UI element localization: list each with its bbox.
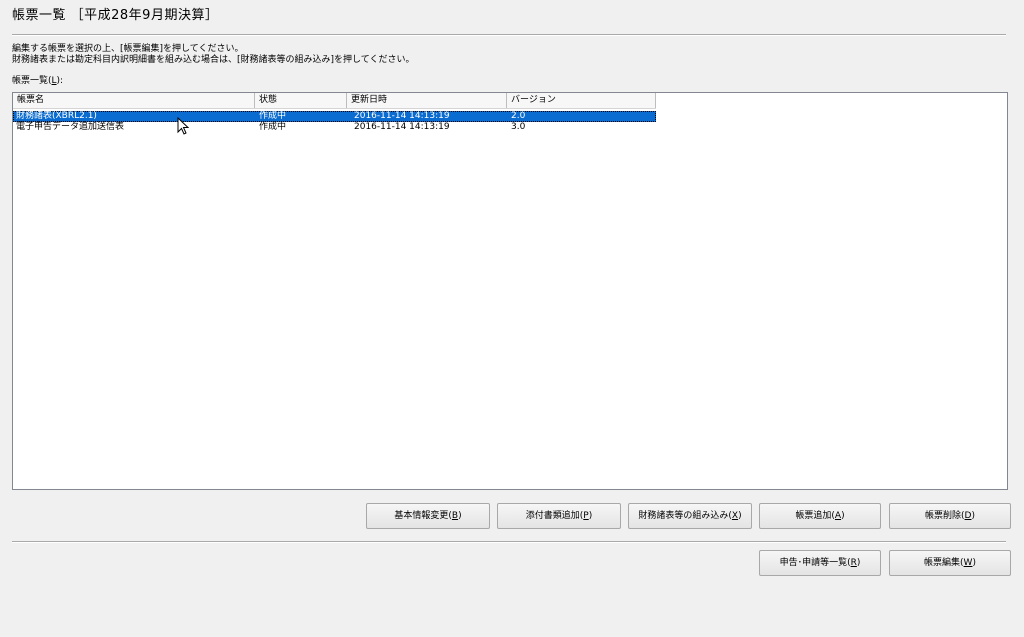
button-suffix: ) (458, 511, 462, 521)
forms-list-label: 帳票一覧(L): (12, 73, 63, 86)
edit-form-button[interactable]: 帳票編集(W) (889, 550, 1011, 576)
button-suffix: ) (971, 511, 975, 521)
button-suffix: ) (841, 511, 845, 521)
button-suffix: ) (972, 558, 976, 568)
applications-list-button[interactable]: 申告･申請等一覧(R) (759, 550, 881, 576)
add-attachment-button[interactable]: 添付書類追加(P) (497, 503, 621, 529)
basic-info-change-button[interactable]: 基本情報変更(B) (366, 503, 490, 529)
cell-updated: 2016-11-14 14:13:19 (354, 111, 450, 121)
delete-form-button[interactable]: 帳票削除(D) (889, 503, 1011, 529)
button-label: 財務諸表等の組み込み( (638, 511, 732, 521)
cell-name: 電子申告データ追加送信表 (16, 122, 125, 132)
forms-list-window: 帳票一覧 ［平成28年9月期決算］ 編集する帳票を選択の上、[帳票編集]を押して… (0, 0, 1024, 637)
cell-version: 2.0 (511, 111, 526, 121)
table-row[interactable]: 電子申告データ追加送信表 作成中 2016-11-14 14:13:19 3.0 (13, 122, 656, 133)
button-label: 帳票編集( (924, 558, 964, 568)
instruction-line-2: 財務諸表または勘定科目内訳明細書を組み込む場合は、[財務諸表等の組み込み]を押し… (12, 55, 415, 65)
table-row[interactable]: 財務諸表(XBRL2.1) 作成中 2016-11-14 14:13:19 2.… (13, 111, 656, 122)
button-label: 申告･申請等一覧( (779, 558, 851, 568)
instructions: 編集する帳票を選択の上、[帳票編集]を押してください。 財務諸表または勘定科目内… (12, 44, 415, 66)
top-divider (12, 34, 1006, 36)
add-form-button[interactable]: 帳票追加(A) (759, 503, 881, 529)
button-label: 添付書類追加( (525, 511, 584, 521)
instruction-line-1: 編集する帳票を選択の上、[帳票編集]を押してください。 (12, 44, 244, 54)
forms-list-label-text: 帳票一覧( (12, 76, 52, 86)
mouse-pointer-icon (177, 117, 189, 135)
cell-version: 3.0 (511, 122, 526, 132)
button-label: 帳票追加( (795, 511, 835, 521)
button-label: 基本情報変更( (394, 511, 452, 521)
column-header-updated[interactable]: 更新日時 (347, 93, 507, 108)
button-label: 帳票削除( (925, 511, 965, 521)
listview-header: 帳票名 状態 更新日時 バージョン (13, 93, 656, 109)
button-suffix: ) (856, 558, 861, 568)
page-title: 帳票一覧 ［平成28年9月期決算］ (12, 8, 219, 23)
column-header-name[interactable]: 帳票名 (13, 93, 255, 108)
column-header-status[interactable]: 状態 (255, 93, 347, 108)
column-header-version[interactable]: バージョン (507, 93, 656, 108)
cell-updated: 2016-11-14 14:13:19 (354, 122, 450, 132)
cell-name: 財務諸表(XBRL2.1) (16, 111, 97, 121)
cell-status: 作成中 (259, 111, 287, 121)
button-suffix: ) (588, 511, 593, 521)
forms-list-label-suffix: ): (56, 76, 64, 86)
forms-listview[interactable]: 帳票名 状態 更新日時 バージョン 財務諸表(XBRL2.1) 作成中 2016… (12, 92, 1008, 490)
cell-status: 作成中 (259, 122, 287, 132)
button-suffix: ) (738, 511, 742, 521)
bottom-divider (12, 541, 1006, 543)
import-financial-statements-button[interactable]: 財務諸表等の組み込み(X) (628, 503, 752, 529)
